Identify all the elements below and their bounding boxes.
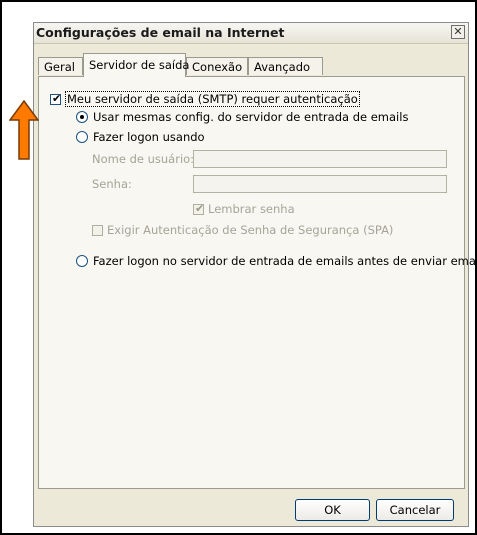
checkmark-icon: ✔ [195, 201, 205, 215]
radio-button[interactable] [76, 111, 88, 123]
checkmark-icon: ✔ [52, 91, 62, 105]
dialog-title: Configurações de email na Internet [36, 25, 285, 40]
email-settings-dialog: Configurações de email na Internet ✕ Ger… [33, 22, 477, 527]
annotation-arrow-icon [9, 100, 39, 160]
logon-using-label: Fazer logon usando [93, 130, 205, 144]
tab-geral[interactable]: Geral [38, 57, 83, 75]
logon-before-send-label: Fazer logon no servidor de entrada de em… [93, 254, 477, 268]
close-icon: ✕ [453, 25, 463, 38]
spa-checkbox[interactable]: Exigir Autenticação de Senha de Seguranç… [92, 223, 393, 237]
tab-label: Geral [44, 60, 75, 74]
password-label-text: Senha: [92, 177, 132, 191]
remember-password-label: Lembrar senha [208, 202, 295, 216]
radio-selected-dot [80, 115, 84, 119]
radio-use-same-settings[interactable]: Usar mesmas config. do servidor de entra… [76, 110, 408, 124]
username-field[interactable] [193, 150, 447, 168]
remember-password-checkbox[interactable]: ✔ Lembrar senha [193, 202, 295, 216]
cancel-button[interactable]: Cancelar [376, 499, 454, 521]
tab-label: Avançado [254, 60, 311, 74]
title-bar: Configurações de email na Internet ✕ [34, 23, 468, 44]
smtp-auth-checkbox[interactable]: ✔ Meu servidor de saída (SMTP) requer au… [50, 91, 360, 107]
use-same-label: Usar mesmas config. do servidor de entra… [93, 110, 409, 124]
radio-button[interactable] [76, 255, 88, 267]
radio-logon-before-send[interactable]: Fazer logon no servidor de entrada de em… [76, 254, 477, 268]
radio-logon-using[interactable]: Fazer logon usando [76, 130, 205, 144]
radio-button[interactable] [76, 131, 88, 143]
username-label-text: Nome de usuário: [92, 152, 195, 166]
close-button[interactable]: ✕ [451, 25, 465, 39]
tab-avancado[interactable]: Avançado [248, 57, 323, 75]
ok-button[interactable]: OK [295, 499, 370, 521]
tab-servidor-de-saida[interactable]: Servidor de saída [83, 53, 190, 77]
outgoing-server-panel: ✔ Meu servidor de saída (SMTP) requer au… [38, 76, 477, 489]
checkbox-box[interactable]: ✔ [193, 201, 205, 215]
smtp-auth-label: Meu servidor de saída (SMTP) requer aute… [65, 91, 360, 107]
username-label: Nome de usuário: [92, 152, 194, 166]
checkbox-box[interactable]: ✔ [50, 91, 62, 105]
password-field[interactable] [193, 175, 447, 193]
password-label: Senha: [92, 177, 132, 191]
checkbox-box[interactable] [92, 224, 103, 236]
spa-label: Exigir Autenticação de Senha de Seguranç… [107, 223, 394, 237]
tab-conexao[interactable]: Conexão [186, 57, 248, 75]
tab-label: Servidor de saída [89, 58, 190, 72]
tab-label: Conexão [192, 60, 243, 74]
